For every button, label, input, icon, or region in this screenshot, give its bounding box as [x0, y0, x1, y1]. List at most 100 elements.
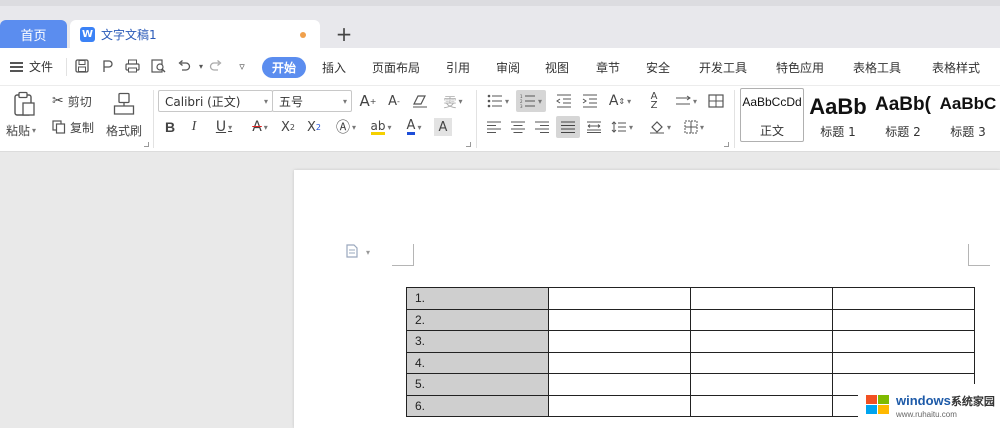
menu-tab-references[interactable]: 引用	[446, 59, 470, 76]
justify-icon[interactable]	[556, 116, 580, 138]
menu-tab-home[interactable]: 开始	[262, 57, 307, 78]
text-effects-icon[interactable]: Ⓐ ▾	[332, 118, 360, 136]
table-row: 2.	[406, 308, 975, 331]
format-painter-button[interactable]: 格式刷	[106, 122, 142, 138]
change-case-icon[interactable]: A ⇕ ▾	[606, 92, 634, 110]
table-cell[interactable]	[548, 330, 691, 353]
table-cell[interactable]	[690, 308, 833, 331]
undo-icon[interactable]	[176, 58, 192, 74]
font-name-select[interactable]: Calibri (正文) ▾	[158, 90, 273, 112]
table-cell[interactable]	[832, 308, 975, 331]
menu-tab-page-layout[interactable]: 页面布局	[372, 59, 420, 76]
paragraph-handle-dropdown-icon[interactable]: ▾	[366, 248, 370, 257]
table-cell[interactable]	[548, 308, 691, 331]
table-cell-numbered[interactable]: 3.	[406, 330, 549, 353]
table-cell[interactable]	[548, 373, 691, 396]
font-size-value: 五号	[279, 95, 304, 109]
file-menu-button[interactable]: 文件	[10, 58, 53, 75]
menu-tab-table-tools[interactable]: 表格工具	[853, 59, 901, 76]
table-cell[interactable]	[548, 351, 691, 374]
style-heading-2[interactable]: AaBb( 标题 2	[872, 88, 934, 142]
strikethrough-icon[interactable]: A ▾	[246, 118, 274, 136]
menu-tab-insert[interactable]: 插入	[322, 59, 346, 76]
menu-tab-sections[interactable]: 章节	[596, 59, 620, 76]
distributed-align-icon[interactable]	[584, 118, 604, 136]
table-cell-numbered[interactable]: 2.	[406, 308, 549, 331]
table-cell[interactable]	[690, 351, 833, 374]
font-group-launcher[interactable]	[466, 142, 471, 147]
style-heading-1[interactable]: AaBb 标题 1	[806, 88, 870, 142]
export-pdf-icon[interactable]	[100, 58, 116, 74]
style-sample: AaBbC	[939, 94, 997, 113]
print-icon[interactable]	[124, 58, 140, 74]
character-shading-icon[interactable]: A	[434, 118, 452, 136]
customize-quick-access-icon[interactable]: ▿	[234, 58, 250, 74]
decrease-indent-icon[interactable]	[554, 92, 574, 110]
italic-icon[interactable]: I	[186, 118, 202, 136]
clear-formatting-icon[interactable]	[410, 92, 430, 110]
table-cell[interactable]	[548, 394, 691, 417]
tab-document[interactable]: W 文字文稿1	[70, 20, 320, 48]
save-icon[interactable]	[74, 58, 90, 74]
subscript-icon[interactable]: X2	[304, 118, 324, 136]
bullet-list-icon[interactable]: ▾	[484, 92, 512, 110]
copy-button[interactable]: 复制	[52, 118, 94, 136]
increase-indent-icon[interactable]	[580, 92, 600, 110]
grow-font-icon[interactable]: A +	[358, 92, 378, 110]
borders-icon[interactable]: ▾	[680, 118, 708, 136]
watermark-url: www.ruhaitu.com	[896, 409, 957, 419]
title-strip	[0, 0, 1000, 6]
table-borders-icon[interactable]	[706, 92, 726, 110]
cut-button[interactable]: ✂ 剪切	[52, 92, 92, 110]
underline-icon[interactable]: U ▾	[210, 118, 238, 136]
table-cell[interactable]	[832, 351, 975, 374]
table-cell-numbered[interactable]: 6.	[406, 394, 549, 417]
menu-tab-table-style[interactable]: 表格样式	[932, 59, 980, 76]
paste-button[interactable]: 粘贴 ▾	[6, 122, 36, 138]
menu-tab-view[interactable]: 视图	[545, 59, 569, 76]
style-normal[interactable]: AaBbCcDd 正文	[740, 88, 804, 142]
undo-dropdown-icon[interactable]: ▾	[193, 58, 209, 74]
new-tab-button[interactable]: +	[332, 22, 356, 46]
table-cell[interactable]	[690, 287, 833, 310]
menu-tab-security[interactable]: 安全	[646, 59, 670, 76]
highlight-icon[interactable]: ab ▾	[366, 118, 396, 136]
phonetic-guide-icon[interactable]: 雯 ▾	[438, 92, 468, 111]
ribbon: 粘贴 ▾ ✂ 剪切 复制 格式刷 Calibri (正文) ▾ 五号 ▾ A + A- …	[0, 86, 1000, 152]
line-spacing-icon[interactable]: ▾	[608, 118, 636, 136]
paste-icon[interactable]	[10, 90, 38, 118]
table-cell-numbered[interactable]: 5.	[406, 373, 549, 396]
table-cell[interactable]	[832, 330, 975, 353]
format-painter-icon[interactable]	[110, 90, 138, 118]
menu-tab-special-features[interactable]: 特色应用	[776, 59, 824, 76]
tab-home[interactable]: 首页	[0, 20, 67, 48]
superscript-icon[interactable]: X2	[278, 118, 298, 136]
paragraph-group-launcher[interactable]	[724, 142, 729, 147]
print-preview-icon[interactable]	[150, 58, 166, 74]
table-cell[interactable]	[690, 330, 833, 353]
table-cell[interactable]	[690, 394, 833, 417]
table-cell-numbered[interactable]: 1.	[406, 287, 549, 310]
redo-icon[interactable]	[208, 58, 224, 74]
clipboard-group-launcher[interactable]	[144, 142, 149, 147]
table-cell[interactable]	[690, 373, 833, 396]
font-color-icon[interactable]: A ▾	[400, 118, 428, 136]
sort-icon[interactable]: AZ	[644, 92, 664, 111]
table-cell[interactable]	[548, 287, 691, 310]
align-center-icon[interactable]	[508, 118, 528, 136]
show-hide-marks-icon[interactable]: ▾	[672, 92, 700, 110]
bold-icon[interactable]: B	[162, 118, 178, 136]
align-right-icon[interactable]	[532, 118, 552, 136]
menu-tab-review[interactable]: 审阅	[496, 59, 520, 76]
numbered-list-icon[interactable]: 1 2 3 ▾	[516, 90, 546, 112]
font-size-select[interactable]: 五号 ▾	[272, 90, 352, 112]
shading-icon[interactable]: ▾	[646, 118, 674, 136]
style-name: 标题 3	[950, 125, 986, 139]
shrink-font-icon[interactable]: A-	[384, 92, 404, 110]
table-cell-numbered[interactable]: 4.	[406, 351, 549, 374]
paragraph-handle-icon[interactable]	[346, 244, 358, 262]
align-left-icon[interactable]	[484, 118, 504, 136]
table-cell[interactable]	[832, 287, 975, 310]
menu-tab-developer[interactable]: 开发工具	[699, 59, 747, 76]
style-heading-3[interactable]: AaBbC 标题 3	[936, 88, 1000, 142]
